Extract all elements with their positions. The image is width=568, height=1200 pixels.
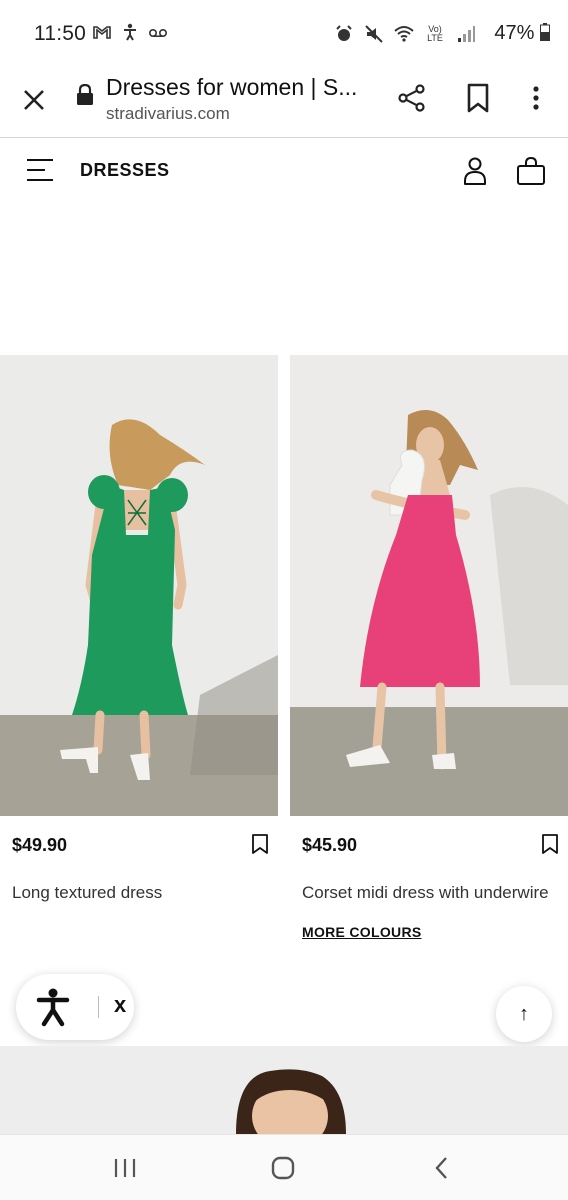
product-price: $49.90	[12, 835, 68, 855]
wishlist-bookmark-icon[interactable]	[250, 833, 270, 855]
gmail-icon	[93, 26, 111, 39]
product-image[interactable]	[290, 355, 568, 816]
product-name[interactable]: Long textured dress	[12, 883, 162, 903]
alarm-icon	[336, 25, 352, 41]
android-navigation-bar	[0, 1134, 568, 1200]
status-bar: 11:50 Vo) LTE 47%	[0, 0, 568, 68]
product-price: $45.90	[302, 835, 358, 855]
accessibility-person-icon	[124, 23, 136, 41]
accessibility-close-button[interactable]: x	[114, 992, 126, 1018]
share-button[interactable]	[396, 82, 428, 114]
more-colours-link[interactable]: MORE COLOURS	[302, 924, 422, 940]
product-photo	[290, 355, 568, 816]
mute-icon	[365, 25, 383, 43]
product-photo	[0, 355, 278, 816]
lock-icon	[77, 84, 93, 105]
site-header: DRESSES	[0, 138, 568, 208]
product-name[interactable]: Corset midi dress with underwire	[302, 883, 549, 903]
battery-indicator: 47%	[494, 22, 550, 45]
status-time: 11:50	[34, 22, 86, 45]
status-left-icons	[92, 22, 168, 42]
back-button[interactable]	[432, 1155, 452, 1181]
home-button[interactable]	[270, 1155, 296, 1181]
recent-apps-button[interactable]	[112, 1157, 138, 1179]
next-product-image[interactable]	[0, 1046, 568, 1134]
back-to-top-button[interactable]: ↑	[496, 986, 552, 1042]
product-card[interactable]: $45.90 Corset midi dress with underwire …	[290, 355, 568, 940]
bookmark-button[interactable]	[464, 82, 492, 114]
close-tab-button[interactable]	[18, 84, 50, 116]
product-card[interactable]: $49.90 Long textured dress	[0, 355, 278, 902]
wifi-icon	[394, 26, 414, 42]
battery-icon	[540, 23, 550, 41]
signal-icon	[458, 26, 475, 42]
status-right-icons: Vo) LTE	[334, 24, 476, 44]
shopping-bag-icon[interactable]	[516, 156, 546, 186]
page-title: Dresses for women | S...	[106, 74, 358, 100]
custom-tab-bar: Dresses for women | S... stradivarius.co…	[0, 68, 568, 138]
menu-icon[interactable]	[26, 156, 54, 184]
volte-icon: Vo) LTE	[427, 24, 443, 43]
battery-percent: 47%	[494, 22, 535, 44]
more-options-button[interactable]	[524, 82, 548, 114]
next-product-photo	[236, 1069, 346, 1134]
section-title: DRESSES	[80, 160, 170, 180]
page-url: stradivarius.com	[106, 104, 230, 123]
account-icon[interactable]	[462, 156, 488, 186]
voicemail-icon	[148, 29, 168, 38]
divider	[98, 996, 99, 1018]
wishlist-bookmark-icon[interactable]	[540, 833, 560, 855]
accessibility-icon[interactable]	[36, 987, 70, 1027]
product-image[interactable]	[0, 355, 278, 816]
accessibility-widget[interactable]: x	[16, 974, 134, 1040]
